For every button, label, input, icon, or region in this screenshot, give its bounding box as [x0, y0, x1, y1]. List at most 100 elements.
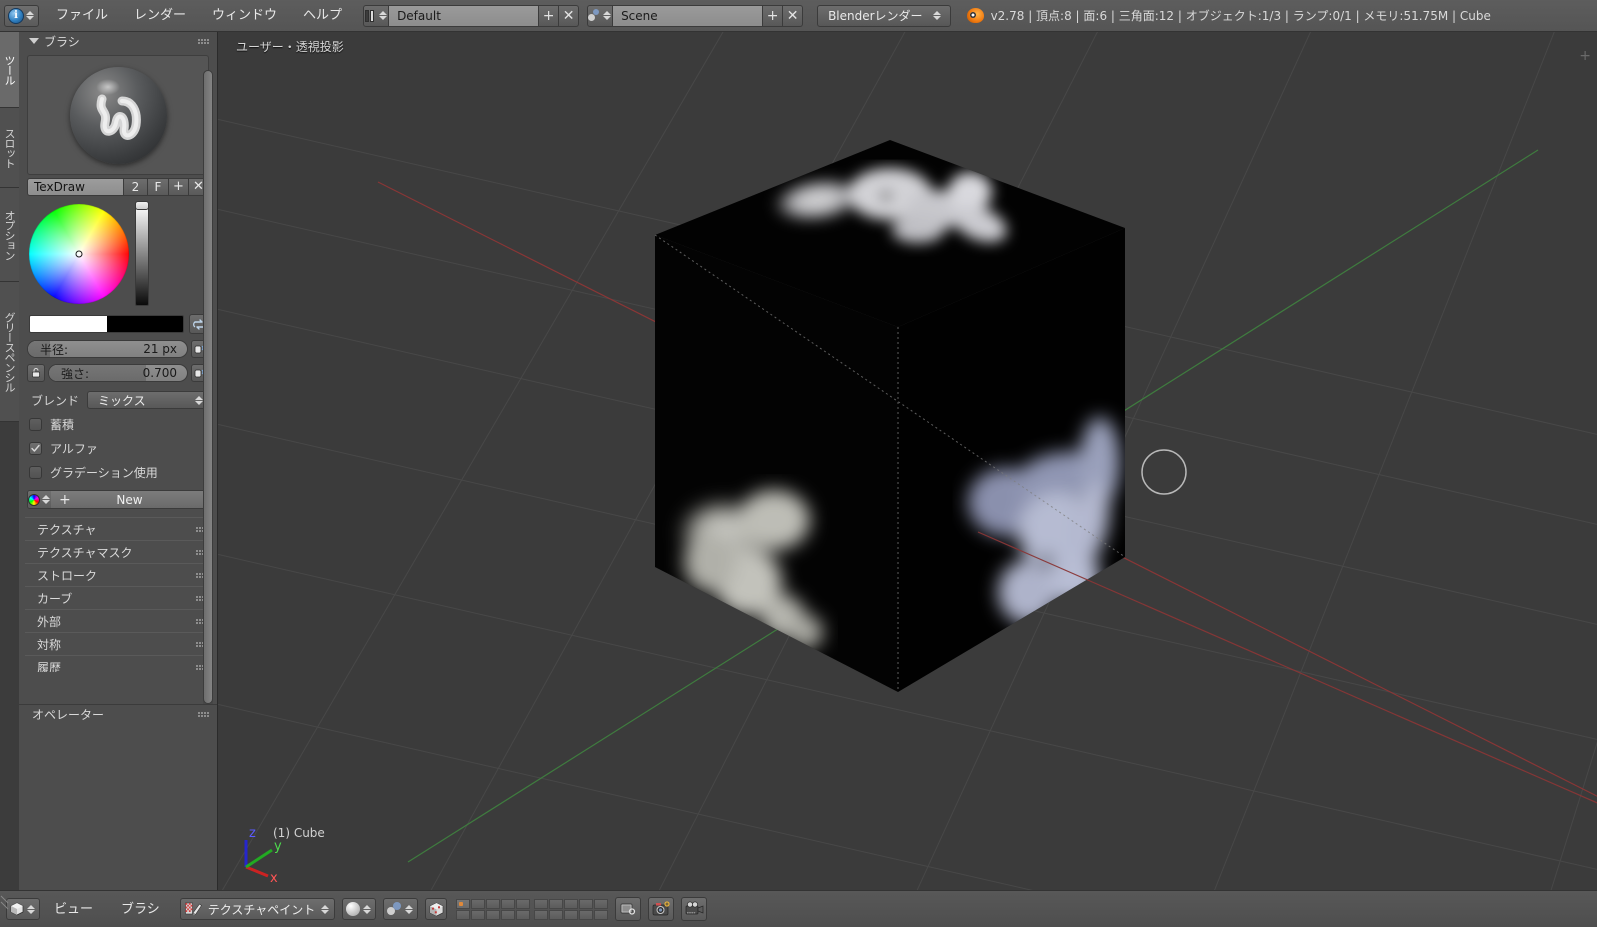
viewport-corner-widget-icon[interactable]: +	[1579, 48, 1591, 64]
layer-cell[interactable]	[594, 898, 609, 909]
primary-color-swatch[interactable]	[30, 316, 107, 332]
scene-layers[interactable]	[456, 898, 609, 920]
panel-header-operator[interactable]: オペレーター	[19, 704, 217, 724]
sidebar-tab-options[interactable]: オプション	[0, 188, 19, 282]
color-value-slider[interactable]	[135, 201, 149, 306]
layer-cell[interactable]	[594, 909, 609, 920]
value-slider-knob[interactable]	[135, 201, 149, 210]
layer-cell[interactable]	[516, 909, 531, 920]
layer-cell[interactable]	[471, 909, 486, 920]
layer-cell[interactable]	[579, 898, 594, 909]
scrollbar-thumb[interactable]	[203, 70, 213, 704]
color-wheel-cursor[interactable]	[75, 250, 83, 258]
color-wheel[interactable]	[29, 204, 129, 304]
brush-preview[interactable]	[27, 55, 209, 175]
color-swatches[interactable]	[29, 315, 184, 333]
add-scene-button[interactable]: +	[763, 4, 784, 27]
layer-block-2[interactable]	[534, 898, 609, 920]
secondary-color-swatch[interactable]	[106, 316, 183, 332]
area-corner-grip[interactable]	[0, 890, 10, 927]
menu-file[interactable]: ファイル	[43, 0, 121, 32]
layer-cell[interactable]	[501, 909, 516, 920]
radius-value: 21 px	[143, 342, 177, 356]
layer-cell[interactable]	[456, 898, 471, 909]
menu-help[interactable]: ヘルプ	[290, 0, 355, 32]
brush-user-count[interactable]: 2	[123, 179, 147, 195]
chevron-updown-icon	[42, 495, 51, 504]
screen-layout-selector[interactable]: Default + ✕	[363, 4, 580, 27]
new-texture-button[interactable]: + New	[51, 491, 208, 508]
color-swatch-row	[29, 314, 209, 334]
render-animation-button[interactable]	[681, 897, 708, 921]
screen-layout-name[interactable]: Default	[389, 4, 540, 27]
delete-screen-layout-button[interactable]: ✕	[559, 4, 580, 27]
render-still-button[interactable]	[648, 897, 675, 921]
blend-mode-dropdown[interactable]: ミックス	[87, 391, 209, 409]
interaction-mode-selector[interactable]: テクスチャペイント	[179, 898, 336, 920]
layer-cell[interactable]	[564, 909, 579, 920]
layer-cell[interactable]	[549, 909, 564, 920]
delete-scene-button[interactable]: ✕	[783, 4, 804, 27]
snap-element-selector[interactable]	[383, 898, 419, 920]
tab-label: ツール	[3, 54, 16, 85]
checkbox-box[interactable]	[29, 466, 42, 479]
sidebar-tab-grease-pencil[interactable]: グリースペンシル	[0, 282, 19, 422]
layer-cell[interactable]	[501, 898, 516, 909]
radius-slider[interactable]: 半径: 21 px	[27, 340, 188, 358]
color-ramp-selector[interactable]	[28, 491, 51, 508]
checkbox-use-gradient[interactable]: グラデーション使用	[29, 464, 209, 481]
brush-fake-user-button[interactable]: F	[147, 179, 168, 195]
layer-cell[interactable]	[486, 909, 501, 920]
sidebar-tab-slots[interactable]: スロット	[0, 108, 19, 188]
layer-cell[interactable]	[486, 898, 501, 909]
render-engine-selector[interactable]: Blenderレンダー	[817, 4, 951, 27]
checkbox-accumulate[interactable]: 蓄積	[29, 416, 209, 433]
layer-cell[interactable]	[456, 909, 471, 920]
scene-icon[interactable]	[587, 4, 614, 27]
scene-name[interactable]: Scene	[613, 4, 764, 27]
panel-header-symmetry[interactable]: 対称	[25, 632, 211, 655]
panel-header-brush[interactable]: ブラシ	[19, 32, 217, 50]
scene-selector[interactable]: Scene + ✕	[587, 4, 804, 27]
screen-layout-icon[interactable]	[363, 4, 390, 27]
panel-header-stroke[interactable]: ストローク	[25, 563, 211, 586]
editor-type-button[interactable]	[6, 898, 40, 920]
layer-cell[interactable]	[564, 898, 579, 909]
chevron-updown-icon	[26, 11, 35, 20]
panel-header-texture[interactable]: テクスチャ	[25, 517, 211, 540]
panel-header-history[interactable]: 履歴	[25, 655, 211, 672]
footer-menu-brush[interactable]: ブラシ	[107, 891, 174, 927]
lock-to-scene-button[interactable]	[615, 897, 642, 921]
footer-menu-view[interactable]: ビュー	[40, 891, 107, 927]
pivot-point-button[interactable]	[425, 898, 448, 920]
toolshelf-panel: ブラシ TexDraw 2 F + ✕ 半径: 21 px 強さ: 0.700 …	[19, 32, 217, 922]
viewport-shading-selector[interactable]	[342, 898, 377, 920]
panel-header-curve[interactable]: カーブ	[25, 586, 211, 609]
editor-type-info-button[interactable]: i	[4, 4, 39, 27]
3d-viewport[interactable]: z y x ユーザー・透視投影 (1) Cube +	[218, 32, 1597, 890]
layer-cell[interactable]	[549, 898, 564, 909]
checkbox-label: 蓄積	[50, 418, 75, 432]
toolshelf-scrollbar[interactable]	[203, 70, 213, 710]
layer-cell[interactable]	[516, 898, 531, 909]
snap-icon	[387, 902, 402, 916]
add-screen-layout-button[interactable]: +	[539, 4, 560, 27]
checkbox-box[interactable]	[29, 442, 42, 455]
layer-cell[interactable]	[579, 909, 594, 920]
brush-new-button[interactable]: +	[168, 179, 188, 195]
menu-render[interactable]: レンダー	[121, 0, 199, 32]
layer-cell[interactable]	[534, 909, 549, 920]
layer-cell[interactable]	[471, 898, 486, 909]
panel-header-texture-mask[interactable]: テクスチャマスク	[25, 540, 211, 563]
chevron-updown-icon	[603, 11, 612, 20]
strength-lock-button[interactable]	[27, 364, 45, 382]
layer-cell[interactable]	[534, 898, 549, 909]
checkbox-alpha[interactable]: アルファ	[29, 440, 209, 457]
strength-slider[interactable]: 強さ: 0.700	[48, 364, 188, 382]
menu-window[interactable]: ウィンドウ	[199, 0, 290, 32]
panel-header-external[interactable]: 外部	[25, 609, 211, 632]
sidebar-tab-tools[interactable]: ツール	[0, 32, 19, 108]
layer-block-1[interactable]	[456, 898, 531, 920]
brush-name-field[interactable]: TexDraw	[28, 179, 123, 195]
checkbox-box[interactable]	[29, 418, 42, 431]
